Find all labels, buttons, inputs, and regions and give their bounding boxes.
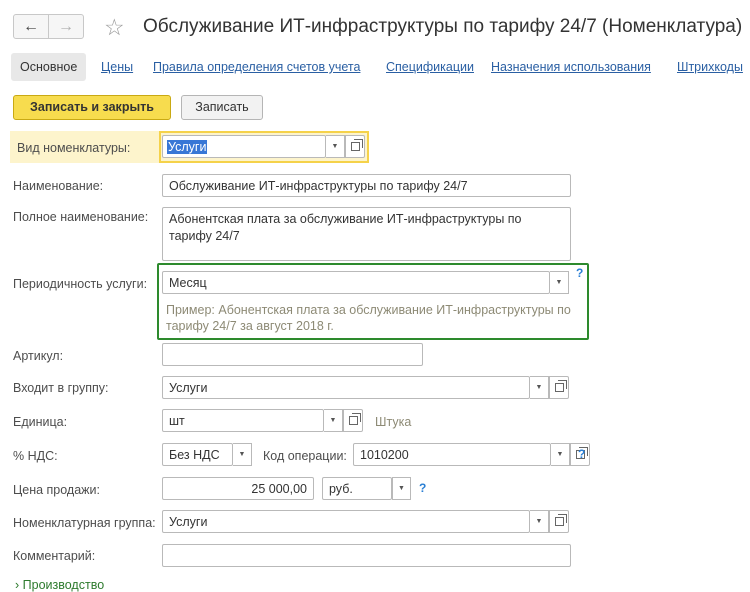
nom-group-open-button[interactable]: [549, 510, 569, 533]
forward-button[interactable]: →: [48, 15, 83, 38]
chevron-right-icon: ›: [15, 578, 20, 592]
vat-input[interactable]: Без НДС: [162, 443, 233, 466]
help-icon[interactable]: ?: [576, 266, 583, 280]
periodicity-dropdown-button[interactable]: ▼: [550, 271, 569, 294]
group-input[interactable]: Услуги: [162, 376, 530, 399]
operation-code-label: Код операции:: [263, 449, 347, 463]
back-button[interactable]: ←: [14, 15, 48, 38]
periodicity-hint: Пример: Абонентская плата за обслуживани…: [166, 303, 571, 333]
group-open-button[interactable]: [549, 376, 569, 399]
chevron-down-icon: ▼: [398, 485, 405, 492]
price-label: Цена продажи:: [13, 483, 100, 497]
article-input[interactable]: [162, 343, 423, 366]
save-and-close-button[interactable]: Записать и закрыть: [13, 95, 171, 120]
tab-account-rules[interactable]: Правила определения счетов учета: [153, 60, 360, 74]
back-arrow-icon: ←: [23, 17, 39, 35]
group-label: Входит в группу:: [13, 381, 109, 395]
help-icon[interactable]: ?: [419, 481, 426, 495]
chevron-down-icon: ▼: [535, 518, 543, 525]
nom-group-label: Номенклатурная группа:: [13, 516, 156, 530]
open-icon: [348, 413, 361, 425]
tab-barcodes[interactable]: Штрихкоды: [677, 60, 743, 74]
vat-label: % НДС:: [13, 449, 58, 463]
save-button[interactable]: Записать: [181, 95, 263, 120]
navigation-buttons: ← →: [13, 14, 84, 39]
help-icon[interactable]: ?: [578, 447, 585, 461]
nom-group-input[interactable]: Услуги: [162, 510, 530, 533]
currency-dropdown-button[interactable]: ▼: [392, 477, 411, 500]
tab-prices[interactable]: Цены: [101, 60, 133, 74]
operation-code-dropdown-button[interactable]: ▼: [551, 443, 570, 466]
price-input[interactable]: 25 000,00: [162, 477, 314, 500]
name-input[interactable]: Обслуживание ИТ-инфраструктуры по тарифу…: [162, 174, 571, 197]
chevron-down-icon: ▼: [555, 279, 563, 286]
name-label: Наименование:: [13, 179, 104, 193]
chevron-down-icon: ▼: [238, 451, 246, 458]
vat-dropdown-button[interactable]: ▼: [233, 443, 252, 466]
chevron-down-icon: ▼: [329, 417, 337, 424]
full-name-textarea[interactable]: Абонентская плата за обслуживание ИТ-инф…: [162, 207, 571, 261]
chevron-down-icon: ▼: [556, 451, 564, 458]
window-title: Обслуживание ИТ-инфраструктуры по тарифу…: [143, 16, 743, 37]
periodicity-input[interactable]: Месяц: [162, 271, 550, 294]
tab-specifications[interactable]: Спецификации: [386, 60, 474, 74]
currency-input[interactable]: руб.: [322, 477, 392, 500]
unit-dropdown-button[interactable]: ▼: [324, 409, 343, 432]
tab-main[interactable]: Основное: [11, 53, 87, 81]
operation-code-input[interactable]: 1010200: [353, 443, 551, 466]
nom-group-dropdown-button[interactable]: ▼: [530, 510, 549, 533]
vid-label: Вид номенклатуры:: [17, 141, 131, 155]
tab-usage-purposes[interactable]: Назначения использования: [491, 60, 651, 74]
article-label: Артикул:: [13, 349, 64, 363]
unit-open-button[interactable]: [343, 409, 363, 432]
favorite-star-icon[interactable]: ☆: [104, 13, 125, 41]
chevron-down-icon: ▼: [535, 384, 543, 391]
unit-full-name: Штука: [375, 415, 412, 429]
unit-input[interactable]: шт: [162, 409, 324, 432]
unit-label: Единица:: [13, 415, 68, 429]
comment-input[interactable]: [162, 544, 571, 567]
group-dropdown-button[interactable]: ▼: [530, 376, 549, 399]
full-name-label: Полное наименование:: [13, 210, 149, 224]
comment-label: Комментарий:: [13, 549, 96, 563]
vid-highlight-border: [159, 131, 369, 163]
forward-arrow-icon: →: [58, 17, 74, 35]
open-icon: [554, 514, 567, 526]
periodicity-label: Периодичность услуги:: [13, 277, 148, 291]
production-section-label: Производство: [22, 578, 105, 592]
open-icon: [554, 380, 567, 392]
production-section[interactable]: › Производство: [15, 578, 104, 592]
